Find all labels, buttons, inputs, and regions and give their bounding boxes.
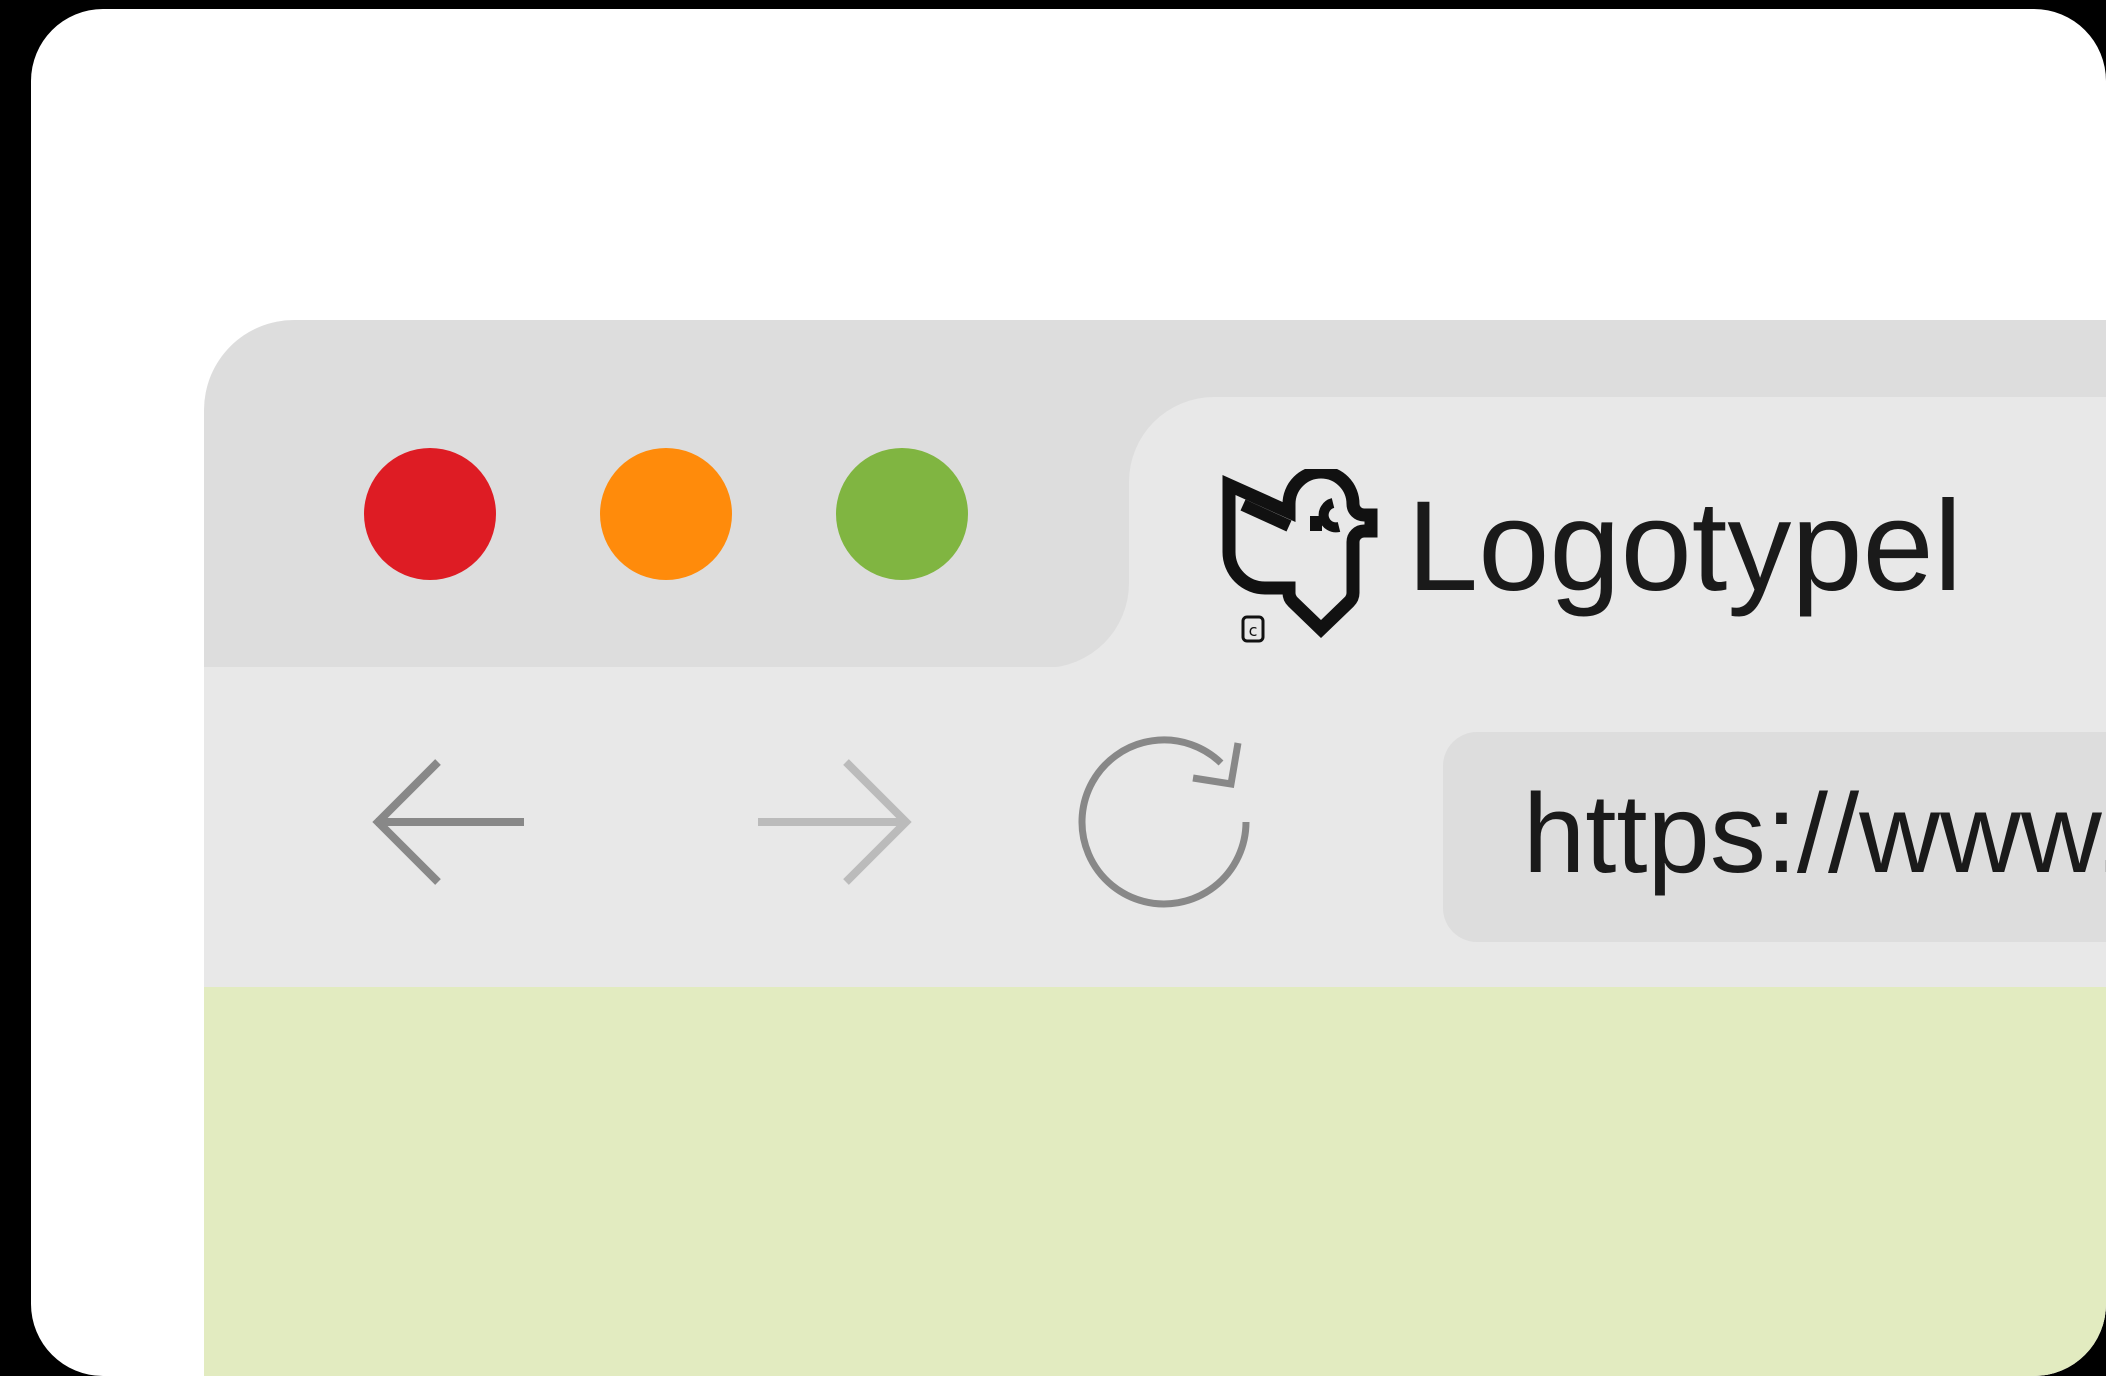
tab-corner-mask: [204, 583, 1129, 668]
reload-button[interactable]: [1074, 732, 1254, 912]
active-tab[interactable]: c Logotypel: [1129, 397, 2106, 667]
svg-text:c: c: [1249, 621, 1258, 640]
address-bar[interactable]: https://www.: [1443, 732, 2106, 942]
url-text[interactable]: https://www.: [1523, 770, 2106, 899]
logotype-bird-icon: c: [1222, 469, 1378, 643]
navigation-toolbar: https://www.: [204, 667, 2106, 987]
reload-icon: [1078, 736, 1250, 908]
device-frame: c Logotypel https://www.: [31, 9, 2106, 1376]
page-content: [204, 987, 2106, 1376]
close-window-button[interactable]: [364, 448, 496, 580]
minimize-window-button[interactable]: [600, 448, 732, 580]
forward-button[interactable]: [754, 732, 934, 912]
tab-title: Logotypel: [1407, 475, 1963, 618]
arrow-right-icon: [758, 759, 912, 885]
back-button[interactable]: [354, 732, 534, 912]
arrow-left-icon: [372, 759, 524, 885]
browser-window: c Logotypel https://www.: [204, 320, 2106, 1376]
maximize-window-button[interactable]: [836, 448, 968, 580]
